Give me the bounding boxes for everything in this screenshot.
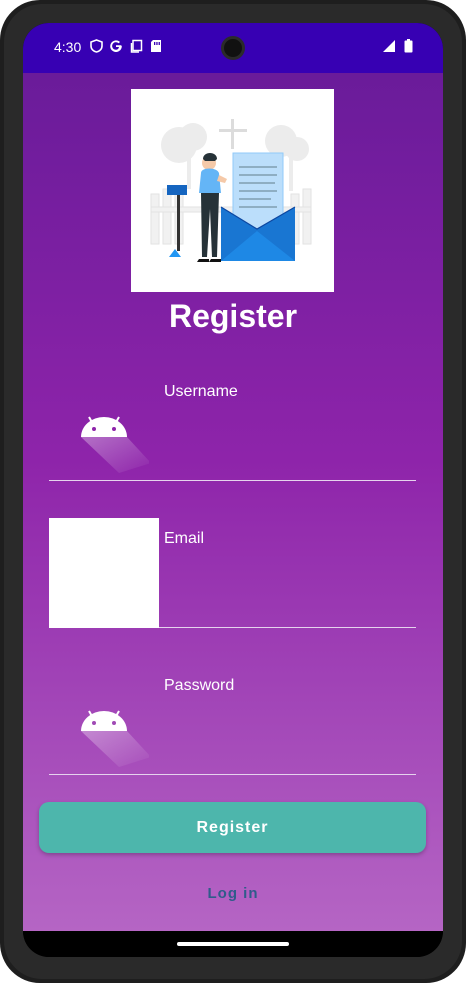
- login-link[interactable]: Log in: [23, 885, 443, 902]
- password-label: Password: [164, 677, 235, 694]
- register-button[interactable]: Register: [39, 802, 426, 853]
- status-bar: 4:30: [23, 23, 443, 73]
- email-label: Email: [164, 530, 205, 547]
- password-field[interactable]: Password: [49, 665, 416, 775]
- google-icon: [109, 39, 123, 53]
- email-field[interactable]: Email: [49, 518, 416, 628]
- status-icons-right: [382, 39, 413, 58]
- shield-icon: [89, 39, 103, 53]
- front-camera: [221, 36, 245, 60]
- status-time: 4:30: [54, 39, 82, 55]
- android-icon: [79, 701, 151, 767]
- page-title: Register: [168, 298, 298, 334]
- navigation-bar: [23, 931, 443, 957]
- username-field[interactable]: Username: [49, 371, 416, 481]
- register-screen: Register Username Email Password Registe…: [23, 73, 443, 931]
- hero-illustration: [131, 89, 334, 292]
- phone-frame: 4:30 Register Username Email Password Re…: [0, 0, 466, 983]
- email-image-placeholder: [49, 518, 159, 628]
- android-icon: [79, 407, 151, 473]
- battery-icon: [404, 39, 413, 58]
- status-icons-left: [89, 39, 163, 53]
- username-label: Username: [164, 383, 238, 400]
- sd-card-icon: [149, 39, 163, 53]
- home-gesture-handle[interactable]: [177, 942, 289, 946]
- device-screen: 4:30 Register Username Email Password Re…: [23, 23, 443, 957]
- signal-icon: [382, 39, 396, 58]
- copy-icon: [129, 39, 143, 53]
